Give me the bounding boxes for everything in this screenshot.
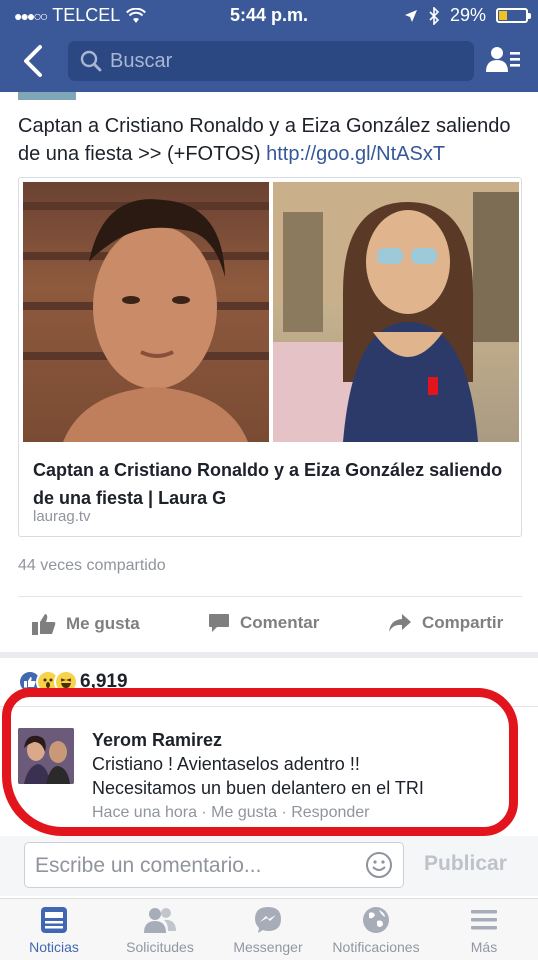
tab-mas[interactable]: Más bbox=[430, 905, 538, 955]
location-arrow-icon bbox=[404, 9, 417, 22]
red-highlight-annotation bbox=[2, 688, 518, 836]
screen: ●●●○○ TELCEL 5:44 p.m. 29% Buscar Captan… bbox=[0, 0, 538, 960]
tab-label-notificaciones: Notificaciones bbox=[332, 939, 420, 955]
tab-messenger[interactable]: Messenger bbox=[214, 905, 322, 955]
publish-button[interactable]: Publicar bbox=[424, 852, 507, 876]
share-arrow-icon bbox=[389, 614, 411, 632]
status-right: 29% bbox=[404, 5, 531, 26]
comment-icon bbox=[209, 614, 229, 632]
bluetooth-icon bbox=[429, 6, 440, 25]
tab-noticias[interactable]: Noticias bbox=[0, 905, 108, 955]
friend-requests-icon bbox=[144, 908, 176, 933]
tab-label-mas: Más bbox=[470, 939, 498, 955]
tab-label-messenger: Messenger bbox=[233, 939, 303, 955]
previous-post-thumbnail bbox=[18, 92, 76, 100]
battery-icon bbox=[496, 8, 531, 23]
search-icon bbox=[80, 50, 102, 72]
tab-label-solicitudes: Solicitudes bbox=[126, 939, 194, 955]
preview-photo-cristiano bbox=[23, 182, 269, 442]
comment-composer: Escribe un comentario... Publicar bbox=[0, 836, 538, 896]
like-button[interactable]: Me gusta bbox=[32, 613, 140, 635]
post-text: Captan a Cristiano Ronaldo y a Eiza Gonz… bbox=[18, 112, 528, 168]
status-bar: ●●●○○ TELCEL 5:44 p.m. 29% bbox=[0, 0, 538, 32]
tab-solicitudes[interactable]: Solicitudes bbox=[106, 905, 214, 955]
divider bbox=[18, 596, 522, 597]
globe-icon bbox=[363, 907, 389, 933]
link-preview-card[interactable]: Captan a Cristiano Ronaldo y a Eiza Gonz… bbox=[18, 177, 522, 537]
preview-photo-eiza bbox=[273, 182, 519, 442]
action-bar: Me gusta Comentar Compartir bbox=[0, 600, 538, 650]
comment-label: Comentar bbox=[240, 613, 320, 632]
back-arrow-icon[interactable] bbox=[20, 44, 46, 78]
menu-icon bbox=[471, 910, 497, 930]
share-button[interactable]: Compartir bbox=[388, 613, 503, 633]
messenger-icon bbox=[255, 907, 281, 933]
battery-percent: 29% bbox=[449, 5, 486, 25]
tab-label-noticias: Noticias bbox=[29, 939, 79, 955]
share-label: Compartir bbox=[422, 613, 504, 632]
like-label: Me gusta bbox=[66, 614, 140, 633]
comment-placeholder: Escribe un comentario... bbox=[35, 854, 262, 877]
post-link[interactable]: http://goo.gl/NtASxT bbox=[266, 143, 445, 165]
emoji-icon[interactable] bbox=[365, 851, 393, 879]
comment-button[interactable]: Comentar bbox=[208, 613, 319, 633]
card-title: Captan a Cristiano Ronaldo y a Eiza Gonz… bbox=[33, 460, 503, 508]
portrait-man-image bbox=[23, 199, 269, 442]
friend-list-icon[interactable] bbox=[486, 45, 522, 75]
tab-notificaciones[interactable]: Notificaciones bbox=[322, 905, 430, 955]
top-bar: ●●●○○ TELCEL 5:44 p.m. 29% Buscar bbox=[0, 0, 538, 92]
share-count[interactable]: 44 veces compartido bbox=[18, 557, 166, 575]
card-domain: laurag.tv bbox=[33, 508, 91, 525]
portrait-woman-image bbox=[273, 182, 519, 442]
bottom-tab-bar: Noticias Solicitudes Messenger Notificac… bbox=[0, 898, 538, 960]
comment-input[interactable]: Escribe un comentario... bbox=[24, 842, 404, 888]
search-input[interactable]: Buscar bbox=[68, 41, 474, 81]
search-placeholder: Buscar bbox=[110, 50, 173, 72]
thumbs-up-icon bbox=[32, 614, 56, 635]
section-separator bbox=[0, 652, 538, 658]
news-feed-icon bbox=[41, 907, 67, 933]
